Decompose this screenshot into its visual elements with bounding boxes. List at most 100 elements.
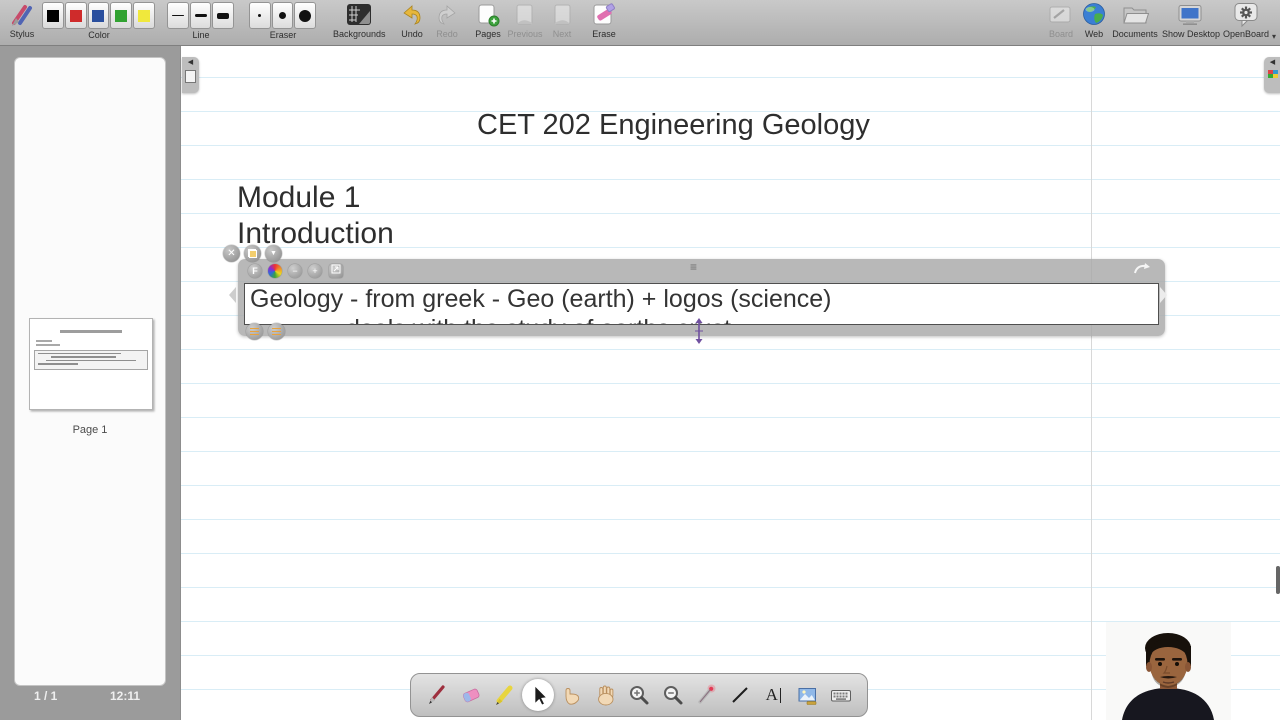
line-medium-button[interactable] [190, 2, 212, 29]
textbox-transform-button[interactable] [329, 264, 343, 278]
open-palm-icon [593, 683, 617, 707]
undo-button[interactable]: Undo [395, 2, 429, 39]
eraser-medium-button[interactable] [272, 2, 294, 29]
textbox-line-1: Geology - from greek - Geo (earth) + log… [245, 284, 1158, 314]
interact-hand-tool-button[interactable] [556, 678, 588, 712]
backgrounds-button[interactable]: Backgrounds [333, 2, 385, 39]
textbox-duplicate-button[interactable] [244, 245, 261, 262]
documents-folder-icon [1110, 2, 1160, 28]
redo-icon [430, 2, 464, 28]
redo-label: Redo [430, 29, 464, 39]
textbox-rotate-handle[interactable] [1133, 262, 1151, 280]
text-tool-icon: A [766, 685, 778, 705]
web-globe-icon [1078, 2, 1110, 28]
line-icon [728, 683, 752, 707]
pen-tool-button[interactable] [421, 678, 453, 712]
color-swatch-black[interactable] [42, 2, 64, 29]
selector-tool-button[interactable] [522, 679, 554, 711]
redo-button[interactable]: Redo [430, 2, 464, 39]
marker-icon [492, 683, 516, 707]
textbox-decrease-size-button[interactable]: − [288, 264, 302, 278]
board-mode-button[interactable]: Board [1044, 2, 1078, 39]
eraser-small-button[interactable] [249, 2, 271, 29]
page-margin-line [1091, 45, 1092, 720]
color-swatch-green[interactable] [110, 2, 132, 29]
capture-tool-button[interactable] [791, 678, 823, 712]
pointing-hand-icon [560, 683, 584, 707]
mini-page-icon [185, 70, 196, 83]
previous-page-icon [506, 2, 544, 28]
previous-page-button[interactable]: Previous [506, 2, 544, 39]
marker-tool-button[interactable] [488, 678, 520, 712]
capture-image-icon [795, 683, 819, 707]
color-swatch-blue[interactable] [88, 2, 110, 29]
collapse-right-caret-icon: ◀ [1264, 57, 1280, 69]
eraser-group: Eraser [249, 2, 317, 40]
board-heading-module[interactable]: Module 1 [237, 181, 360, 215]
eraser-tool-button[interactable] [455, 678, 487, 712]
textbox-width-handle-right[interactable] [1159, 286, 1168, 309]
color-swatch-red[interactable] [65, 2, 87, 29]
web-mode-button[interactable]: Web [1078, 2, 1110, 39]
pages-label: Pages [471, 29, 505, 39]
line-thick-button[interactable] [212, 2, 234, 29]
top-toolbar: Stylus Color Line [0, 0, 1280, 46]
keyboard-icon [829, 683, 853, 707]
collapse-right-panel-tab[interactable]: ◀ [1264, 57, 1280, 93]
collapse-left-panel-tab[interactable]: ◀ [182, 57, 199, 93]
sidebar-status-row: 1 / 1 12:11 [0, 689, 180, 709]
laser-pointer-icon [694, 683, 718, 707]
next-page-button[interactable]: Next [545, 2, 579, 39]
text-tool-button[interactable]: A [758, 678, 790, 712]
erase-page-label: Erase [587, 29, 621, 39]
textbox-move-grip[interactable]: ≡ [690, 260, 697, 274]
line-thin-button[interactable] [167, 2, 189, 29]
documents-mode-label: Documents [1110, 29, 1160, 39]
previous-page-label: Previous [506, 29, 544, 39]
color-group: Color [42, 2, 156, 40]
eraser-icon [459, 683, 483, 707]
textbox-width-handle-left[interactable] [228, 286, 237, 309]
thumb-text-line [36, 344, 60, 346]
pan-hand-tool-button[interactable] [589, 678, 621, 712]
pages-sidebar: Page 1 1 / 1 12:11 [0, 45, 180, 720]
textbox-color-button[interactable] [268, 264, 282, 278]
openboard-gear-icon [1220, 2, 1272, 28]
toolbar-overflow-caret[interactable]: ▾ [1272, 32, 1276, 41]
right-scrollbar-thumb[interactable] [1276, 566, 1280, 594]
pages-button[interactable]: Pages [471, 2, 505, 39]
selector-arrow-icon [526, 683, 550, 707]
documents-mode-button[interactable]: Documents [1110, 2, 1160, 39]
show-desktop-label: Show Desktop [1162, 29, 1218, 39]
clock: 12:11 [110, 689, 140, 703]
textbox-layer-down-button[interactable] [246, 323, 263, 340]
eraser-large-button[interactable] [294, 2, 316, 29]
textbox-edit-frame[interactable]: F − + ≡ Geology - from greek - Geo (eart… [238, 259, 1165, 336]
instructor-portrait [1106, 622, 1231, 720]
thumb-title-line [60, 330, 122, 333]
openboard-menu-button[interactable]: OpenBoard [1220, 2, 1272, 39]
textbox-menu-button[interactable]: ▼ [265, 245, 282, 262]
line-tool-button[interactable] [724, 678, 756, 712]
show-desktop-icon [1162, 2, 1218, 28]
board-title-text[interactable]: CET 202 Engineering Geology [477, 109, 870, 142]
openboard-window: Stylus Color Line [0, 0, 1280, 720]
text-cursor-icon [780, 688, 782, 703]
textbox-increase-size-button[interactable]: + [308, 264, 322, 278]
stylus-tool-button[interactable]: Stylus [4, 2, 40, 39]
zoom-out-tool-button[interactable] [657, 678, 689, 712]
color-swatch-yellow[interactable] [133, 2, 155, 29]
erase-page-icon [587, 2, 621, 28]
page-1-thumbnail[interactable] [29, 318, 153, 410]
textbox-close-button[interactable]: ✕ [223, 245, 240, 262]
pen-icon [425, 683, 449, 707]
show-desktop-button[interactable]: Show Desktop [1162, 2, 1218, 39]
virtual-keyboard-tool-button[interactable] [825, 678, 857, 712]
textbox-layer-up-button[interactable] [268, 323, 285, 340]
textbox-height-resize-handle[interactable] [693, 318, 705, 349]
textbox-font-button[interactable]: F [248, 264, 262, 278]
erase-page-button[interactable]: Erase [587, 2, 621, 39]
zoom-in-tool-button[interactable] [623, 678, 655, 712]
whiteboard-canvas[interactable]: ◀ ◀ CET 202 Engineering Geology Module 1… [180, 45, 1280, 720]
laser-pointer-tool-button[interactable] [690, 678, 722, 712]
